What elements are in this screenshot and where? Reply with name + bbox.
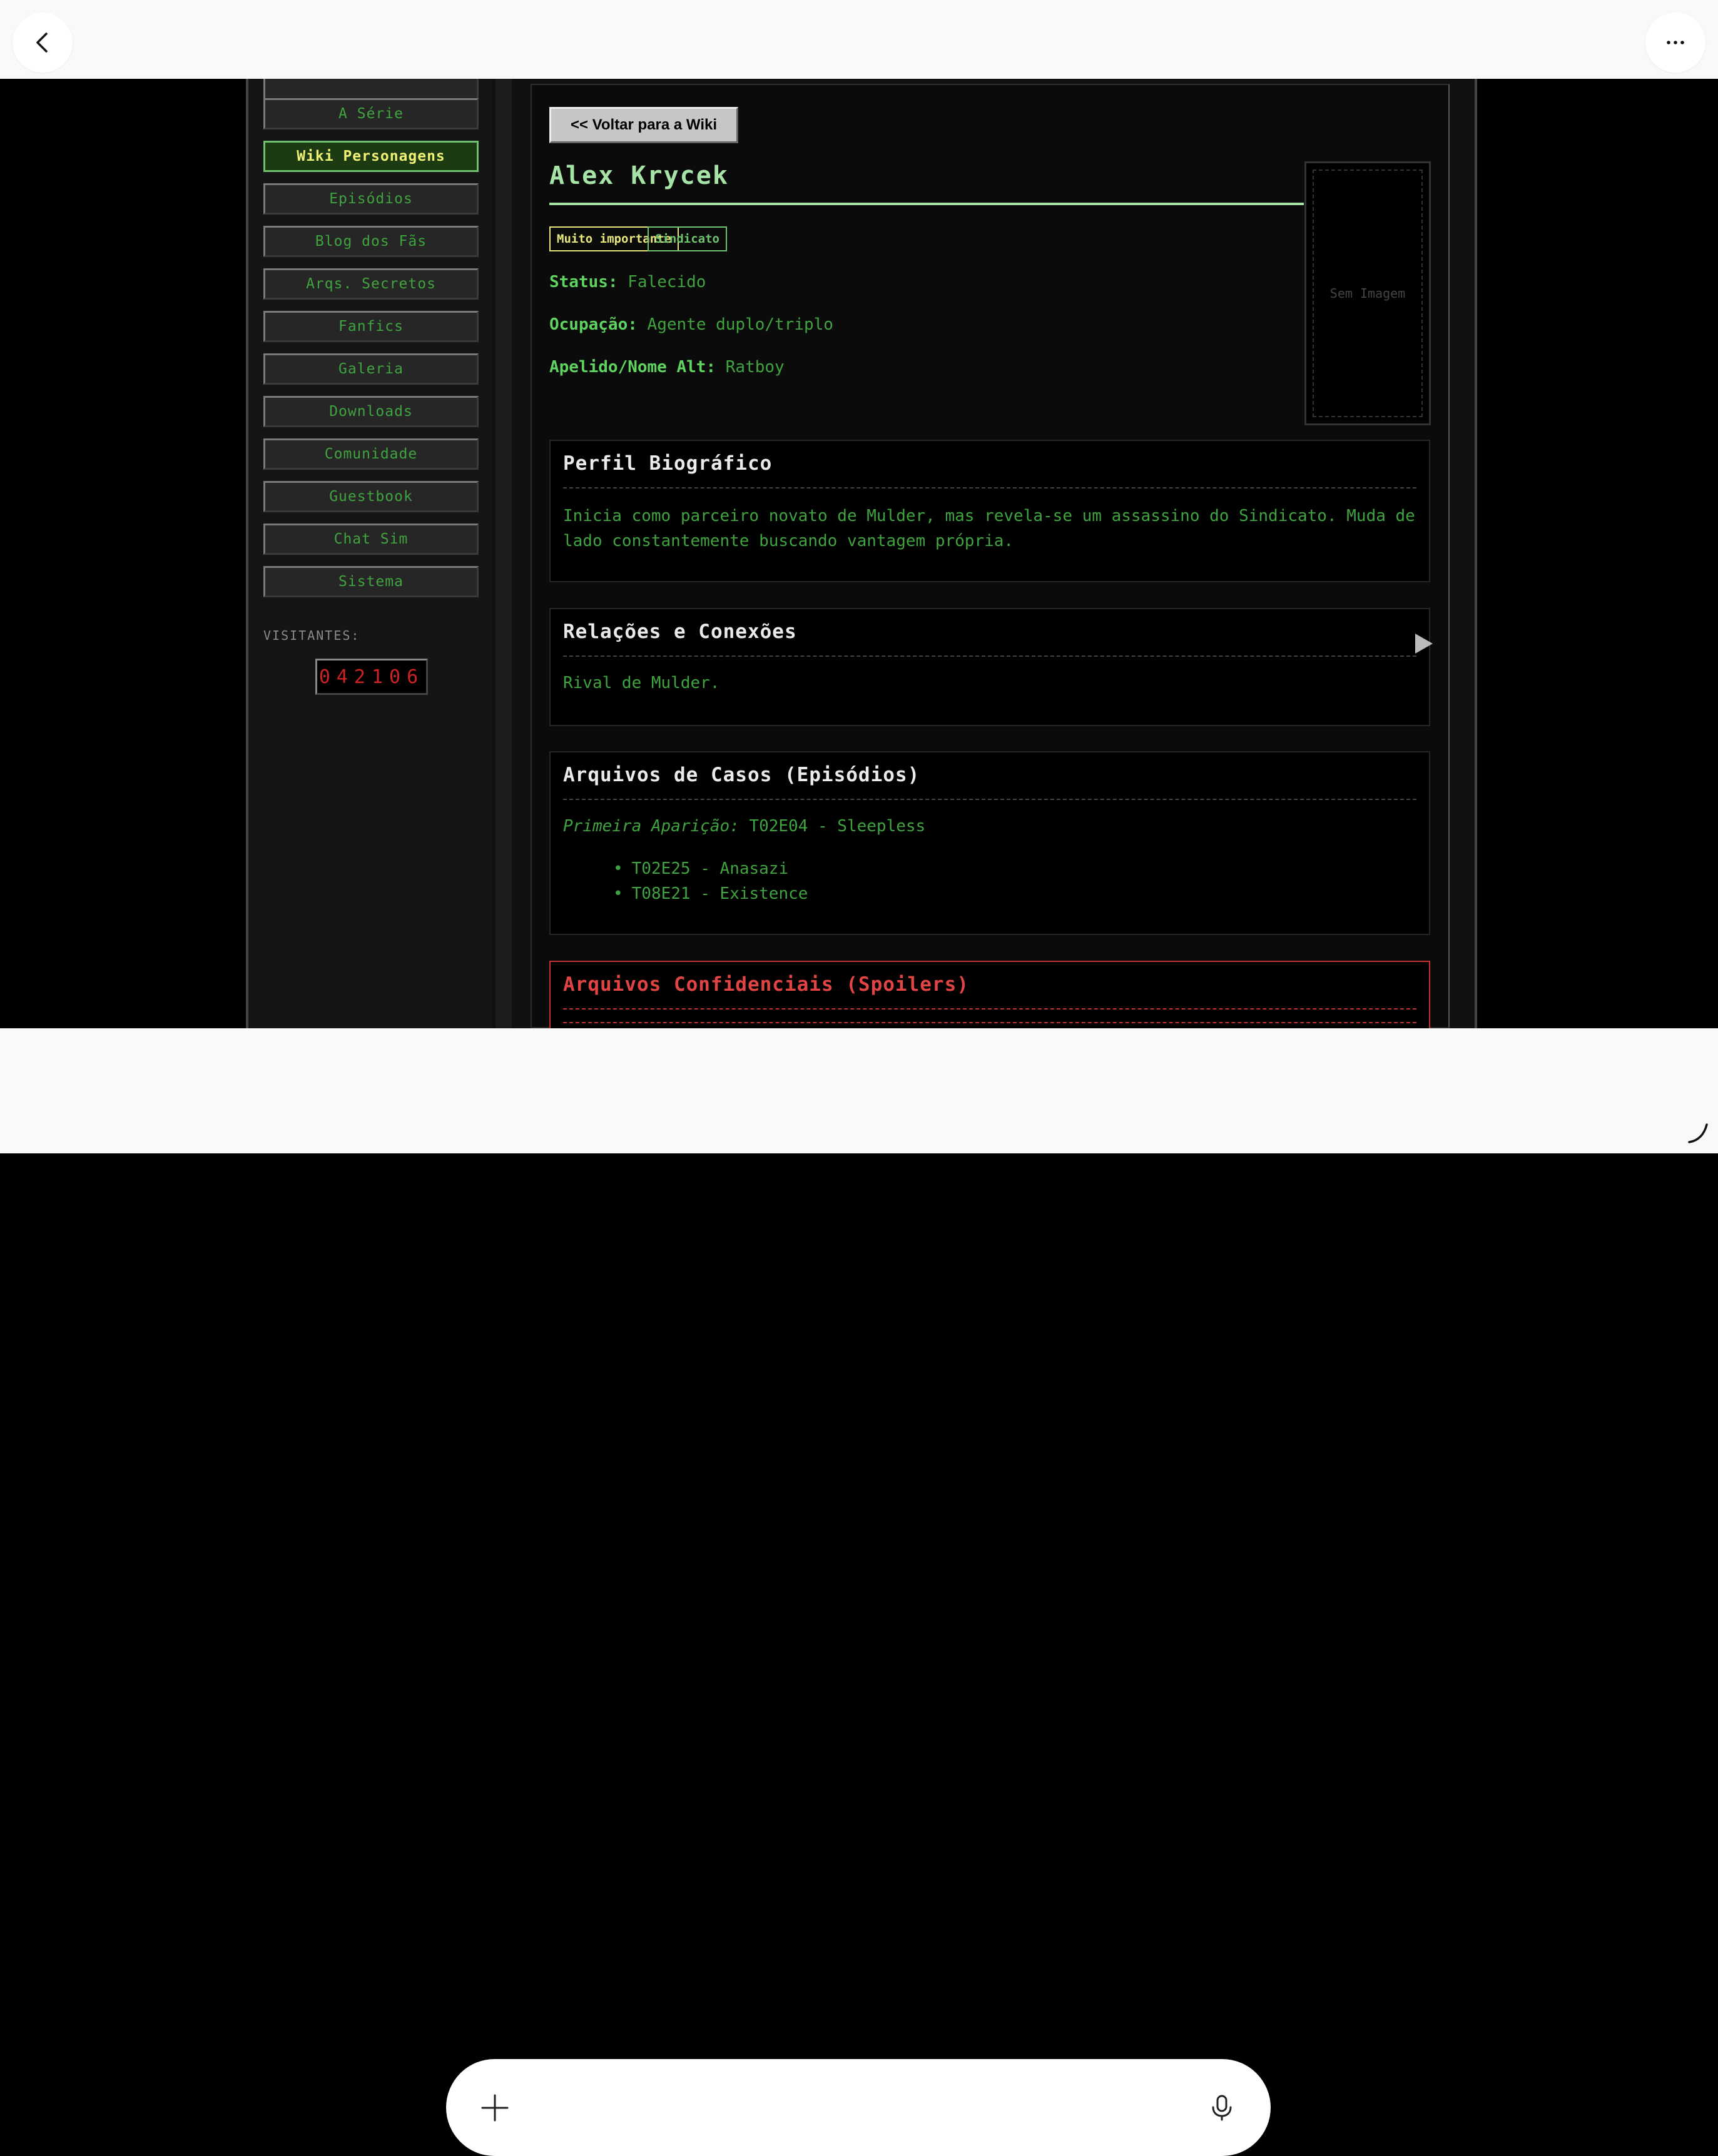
mouse-cursor-icon [1415, 634, 1433, 654]
section-title: Perfil Biográfico [563, 452, 773, 475]
episode-list: T02E25 - Anasazi T08E21 - Existence [613, 856, 808, 906]
field-label: Apelido/Nome Alt: [549, 358, 716, 377]
section-title: Relações e Conexões [563, 620, 797, 643]
cases-section: Arquivos de Casos (Episódios) Primeira A… [549, 751, 1430, 935]
spoiler-section[interactable]: Arquivos Confidenciais (Spoilers) [549, 961, 1430, 1028]
nav-item-downloads[interactable]: Downloads [263, 396, 479, 427]
plus-icon [481, 2094, 509, 2122]
more-options-button[interactable] [1645, 13, 1705, 73]
tag-affiliation: Sindicato [648, 226, 727, 251]
section-title: Arquivos Confidenciais (Spoilers) [563, 973, 969, 996]
chat-input-bar[interactable] [446, 2059, 1271, 2156]
resize-handle-icon[interactable] [1685, 1121, 1710, 1146]
microphone-button[interactable] [1201, 2087, 1243, 2129]
fan-site: A Série Wiki Personagens Episódios Blog … [246, 79, 1477, 1028]
section-divider [563, 1008, 1416, 1010]
spoiler-content-edge [563, 1022, 1416, 1023]
nav-item-fanfics[interactable]: Fanfics [263, 311, 479, 342]
first-appearance-label: Primeira Aparição: [563, 817, 740, 836]
section-divider [563, 799, 1416, 800]
section-title: Arquivos de Casos (Episódios) [563, 764, 920, 786]
nav-item-blog-dos-fas[interactable]: Blog dos Fãs [263, 226, 479, 257]
sidebar-divider [496, 79, 512, 1028]
relations-text: Rival de Mulder. [563, 674, 720, 692]
first-appearance-value: T02E04 - Sleepless [749, 817, 926, 836]
chevron-left-icon [36, 33, 48, 53]
section-divider [563, 655, 1416, 657]
field-status: Status: Falecido [549, 273, 706, 291]
browser-top-bar [0, 0, 1718, 79]
visitor-counter: 042106 [315, 659, 428, 695]
more-horizontal-icon [1667, 41, 1684, 44]
title-underline [549, 203, 1304, 205]
no-image-placeholder: Sem Imagem [1313, 170, 1423, 417]
back-to-wiki-button[interactable]: << Voltar para a Wiki [549, 107, 738, 143]
character-name: Alex Krycek [549, 161, 729, 190]
field-label: Status: [549, 273, 618, 291]
nav-item-arqs-secretos[interactable]: Arqs. Secretos [263, 268, 479, 300]
bio-section: Perfil Biográfico Inicia como parceiro n… [549, 440, 1430, 582]
character-page: << Voltar para a Wiki Alex Krycek Sem Im… [531, 84, 1450, 1028]
field-occupation: Ocupação: Agente duplo/triplo [549, 315, 833, 334]
field-label: Ocupação: [549, 315, 638, 334]
nav-item-episodios[interactable]: Episódios [263, 183, 479, 215]
bio-text: Inicia como parceiro novato de Mulder, m… [563, 507, 1415, 550]
nav-item-comunidade[interactable]: Comunidade [263, 438, 479, 470]
nav-item-sistema[interactable]: Sistema [263, 566, 479, 597]
first-appearance: Primeira Aparição: T02E04 - Sleepless [563, 814, 1416, 839]
visitors-label: VISITANTES: [263, 628, 360, 643]
nav-item-chat-sim[interactable]: Chat Sim [263, 524, 479, 555]
sidebar: A Série Wiki Personagens Episódios Blog … [248, 79, 492, 1028]
back-button[interactable] [13, 13, 73, 73]
character-portrait: Sem Imagem [1304, 161, 1431, 425]
browser-bottom-bar [0, 1028, 1718, 2156]
relations-section: Relações e Conexões Rival de Mulder. [549, 608, 1430, 726]
nav-item-a-serie[interactable]: A Série [263, 98, 479, 129]
section-divider [563, 487, 1416, 488]
field-value: Falecido [628, 273, 706, 291]
nav-item-guestbook[interactable]: Guestbook [263, 481, 479, 512]
field-value: Agente duplo/triplo [647, 315, 833, 334]
nav-item-hidden[interactable] [263, 79, 479, 100]
nav-item-galeria[interactable]: Galeria [263, 353, 479, 385]
field-value: Ratboy [725, 358, 785, 377]
add-button[interactable] [474, 2087, 516, 2129]
episode-item[interactable]: T02E25 - Anasazi [613, 856, 808, 881]
microphone-icon [1212, 2095, 1232, 2121]
field-alias: Apelido/Nome Alt: Ratboy [549, 358, 785, 377]
episode-item[interactable]: T08E21 - Existence [613, 881, 808, 906]
nav-item-wiki-personagens[interactable]: Wiki Personagens [263, 141, 479, 172]
